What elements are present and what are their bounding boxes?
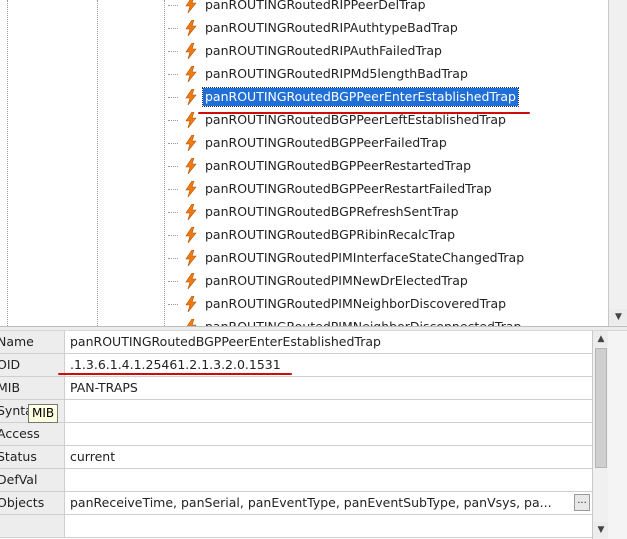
tree-guide-line — [7, 0, 8, 326]
tree-item[interactable]: panROUTINGRoutedRIPAuthtypeBadTrap — [183, 17, 460, 38]
tree-item[interactable]: panROUTINGRoutedPIMInterfaceStateChanged… — [183, 247, 526, 268]
tree-item-label: panROUTINGRoutedPIMInterfaceStateChanged… — [205, 249, 525, 265]
property-row[interactable]: MIB PAN-TRAPS — [0, 377, 592, 400]
property-value: PAN-TRAPS — [70, 380, 138, 395]
tree-item[interactable]: panROUTINGRoutedBGPPeerEnterEstablishedT… — [183, 86, 519, 107]
trap-lightning-icon — [183, 111, 199, 128]
trap-lightning-icon — [183, 157, 199, 174]
trap-lightning-icon — [183, 180, 199, 197]
property-key: Status — [0, 446, 65, 468]
tree-item-label: panROUTINGRoutedBGPPeerRestartedTrap — [205, 157, 472, 173]
property-key: MIB — [0, 377, 65, 399]
property-row[interactable] — [0, 515, 592, 538]
property-row[interactable]: Objects panReceiveTime, panSerial, panEve… — [0, 492, 592, 515]
trap-lightning-icon — [183, 295, 199, 312]
property-value — [70, 515, 575, 537]
mib-tree[interactable]: panROUTINGRoutedRIPPeerDelTrap panROUTING… — [0, 0, 608, 326]
tree-connector — [168, 166, 178, 167]
properties-table: Name panROUTINGRoutedBGPPeerEnterEstablis… — [0, 331, 592, 539]
tree-item[interactable]: panROUTINGRoutedBGPPeerFailedTrap — [183, 132, 449, 153]
tree-item-label: panROUTINGRoutedBGPPeerFailedTrap — [205, 134, 447, 150]
tree-connector — [168, 74, 178, 75]
annotation-underline-oid — [58, 373, 292, 375]
trap-lightning-icon — [183, 42, 199, 59]
trap-lightning-icon — [183, 88, 199, 105]
tree-connector — [168, 143, 178, 144]
tree-guide-line — [164, 0, 165, 326]
tree-item[interactable]: panROUTINGRoutedRIPAuthFailedTrap — [183, 40, 444, 61]
annotation-underline-selected-trap — [198, 112, 530, 114]
tree-connector — [168, 258, 178, 259]
tree-connector — [168, 235, 178, 236]
trap-lightning-icon — [183, 134, 199, 151]
trap-lightning-icon — [183, 272, 199, 289]
property-row[interactable]: Access — [0, 423, 592, 446]
tree-item[interactable]: panROUTINGRoutedBGPPeerRestartedTrap — [183, 155, 473, 176]
property-key: Objects — [0, 492, 65, 514]
tree-item[interactable]: panROUTINGRoutedRIPMd5lengthBadTrap — [183, 63, 470, 84]
tree-item-label: panROUTINGRoutedRIPPeerDelTrap — [205, 0, 426, 12]
scrollbar-thumb[interactable] — [595, 348, 607, 468]
tree-connector — [168, 51, 178, 52]
property-value — [70, 469, 575, 491]
tree-item-label: panROUTINGRoutedBGPRefreshSentTrap — [205, 203, 459, 219]
scroll-down-arrow[interactable]: ▼ — [593, 522, 609, 538]
tree-item[interactable]: panROUTINGRoutedBGPRefreshSentTrap — [183, 201, 461, 222]
tree-item[interactable]: panROUTINGRoutedBGPPeerRestartFailedTrap — [183, 178, 494, 199]
window-edge — [608, 331, 627, 539]
trap-lightning-icon — [183, 65, 199, 82]
property-row[interactable]: DefVal — [0, 469, 592, 492]
tree-connector — [168, 189, 178, 190]
tree-connector — [168, 304, 178, 305]
tree-connector — [168, 120, 178, 121]
property-value — [70, 400, 575, 422]
property-value: panROUTINGRoutedBGPPeerEnterEstablishedT… — [70, 334, 381, 349]
trap-lightning-icon — [183, 226, 199, 243]
trap-lightning-icon — [183, 318, 199, 326]
tree-item[interactable]: panROUTINGRoutedBGPRibinRecalcTrap — [183, 224, 457, 245]
property-row[interactable]: Name panROUTINGRoutedBGPPeerEnterEstablis… — [0, 331, 592, 354]
objects-more-button[interactable]: ... — [574, 494, 590, 511]
scroll-up-arrow[interactable]: ▲ — [593, 331, 609, 347]
tree-connector — [168, 281, 178, 282]
property-key: Name — [0, 331, 65, 353]
scroll-down-arrow[interactable]: ▼ — [609, 309, 627, 325]
mib-tooltip: MIB — [28, 404, 59, 423]
property-row[interactable]: Status current — [0, 446, 592, 469]
tree-item-label: panROUTINGRoutedBGPRibinRecalcTrap — [205, 226, 456, 242]
tree-connector — [168, 97, 178, 98]
tree-item-label: panROUTINGRoutedPIMNewDrElectedTrap — [205, 272, 468, 288]
tree-item[interactable]: panROUTINGRoutedPIMNeighborDiscoveredTra… — [183, 293, 508, 314]
tree-item-label: panROUTINGRoutedBGPPeerEnterEstablishedT… — [202, 86, 519, 107]
properties-scrollbar[interactable]: ▲ ▼ — [592, 331, 609, 539]
tree-connector — [168, 5, 178, 6]
property-value: panReceiveTime, panSerial, panEventType,… — [70, 495, 552, 510]
property-key: OID — [0, 354, 65, 376]
tree-connector — [168, 28, 178, 29]
trap-lightning-icon — [183, 0, 199, 13]
trap-lightning-icon — [183, 19, 199, 36]
property-row[interactable]: Syntax — [0, 400, 592, 423]
property-value: current — [70, 449, 116, 464]
property-key: Access — [0, 423, 65, 445]
property-key: DefVal — [0, 469, 65, 491]
tree-item[interactable]: panROUTINGRoutedRIPPeerDelTrap — [183, 0, 428, 15]
tree-item-label: panROUTINGRoutedPIMNeighborDisconnectedT… — [205, 318, 522, 327]
property-value — [70, 423, 575, 445]
tree-connector — [168, 212, 178, 213]
trap-lightning-icon — [183, 249, 199, 266]
tree-item-label: panROUTINGRoutedRIPAuthtypeBadTrap — [205, 19, 458, 35]
tree-item-label: panROUTINGRoutedPIMNeighborDiscoveredTra… — [205, 295, 507, 311]
tree-item-label: panROUTINGRoutedBGPPeerRestartFailedTrap — [205, 180, 492, 196]
tree-item[interactable]: panROUTINGRoutedPIMNeighborDisconnectedT… — [183, 316, 523, 326]
tree-guide-line — [97, 0, 98, 326]
trap-lightning-icon — [183, 203, 199, 220]
tree-scrollbar[interactable]: ▼ — [608, 0, 627, 326]
tree-item-label: panROUTINGRoutedRIPAuthFailedTrap — [205, 42, 442, 58]
tree-item[interactable]: panROUTINGRoutedPIMNewDrElectedTrap — [183, 270, 470, 291]
property-key — [0, 515, 65, 537]
tree-item-label: panROUTINGRoutedRIPMd5lengthBadTrap — [205, 65, 468, 81]
